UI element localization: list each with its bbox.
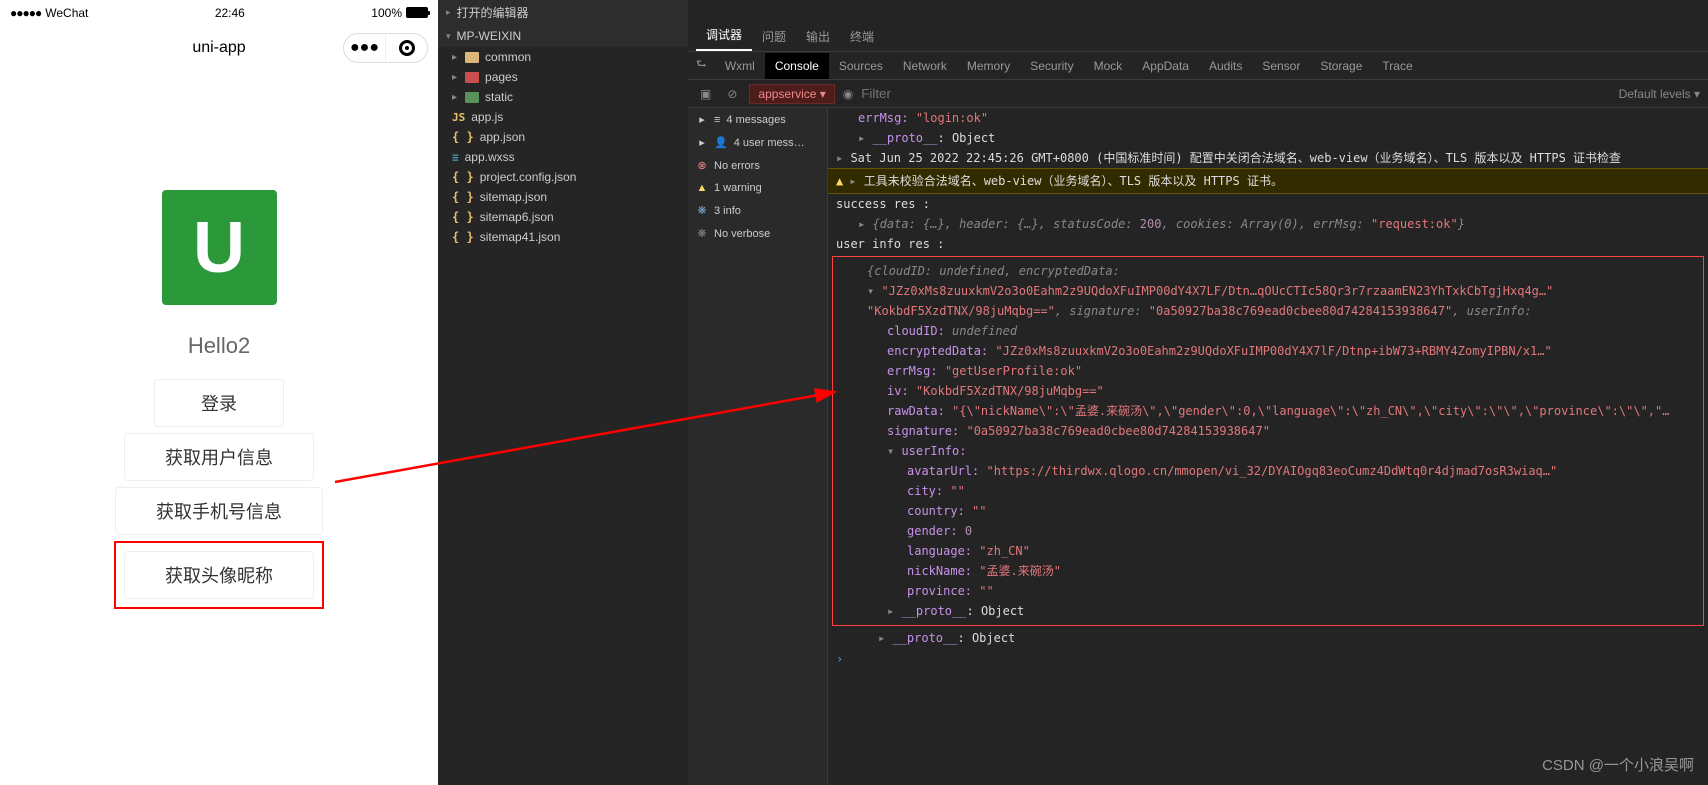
levels-dropdown[interactable]: Default levels ▾ xyxy=(1619,87,1700,101)
clear-console-icon[interactable]: ⊘ xyxy=(723,85,741,103)
phone-simulator: ●●●●● WeChat 22:46 100% uni-app ●●● U He… xyxy=(0,0,438,785)
capsule-close-icon[interactable] xyxy=(386,40,427,56)
folder-common[interactable]: common xyxy=(448,47,688,67)
opened-editors-label: 打开的编辑器 xyxy=(457,4,529,21)
json-icon: { } xyxy=(452,210,474,224)
message-sidebar: ▸≡4 messages ▸👤4 user mess… ⊗No errors ▲… xyxy=(688,108,828,785)
inspect-icon[interactable]: ⮑ xyxy=(688,55,715,76)
folder-icon xyxy=(465,72,479,83)
project-section[interactable]: ▾MP-WEIXIN xyxy=(438,25,688,47)
file-app-json[interactable]: { }app.json xyxy=(448,127,688,147)
tab-sensor[interactable]: Sensor xyxy=(1252,53,1310,79)
app-logo: U xyxy=(162,190,277,305)
file-app-wxss[interactable]: ≡app.wxss xyxy=(448,147,688,167)
folder-icon xyxy=(465,52,479,63)
msg-row-all[interactable]: ▸≡4 messages xyxy=(688,108,827,131)
capsule: ●●● xyxy=(343,33,428,63)
tab-debugger[interactable]: 调试器 xyxy=(696,20,752,51)
tab-network[interactable]: Network xyxy=(893,53,957,79)
highlight-box: 获取头像昵称 xyxy=(114,541,324,609)
file-sitemap[interactable]: { }sitemap.json xyxy=(448,187,688,207)
console-warning: ▲工具未校验合法域名、web-view（业务域名）、TLS 版本以及 HTTPS… xyxy=(828,168,1708,194)
wxss-icon: ≡ xyxy=(452,151,459,164)
opened-editors-section[interactable]: ▸打开的编辑器 xyxy=(438,0,688,25)
tab-wxml[interactable]: Wxml xyxy=(715,53,765,79)
tab-security[interactable]: Security xyxy=(1020,53,1083,79)
devtools: 调试器 问题 输出 终端 ⮑ Wxml Console Sources Netw… xyxy=(688,0,1708,785)
file-sitemap41[interactable]: { }sitemap41.json xyxy=(448,227,688,247)
tab-audits[interactable]: Audits xyxy=(1199,53,1252,79)
msg-row-verbose[interactable]: ❋No verbose xyxy=(688,222,827,245)
filter-input[interactable] xyxy=(861,86,1610,101)
tab-output[interactable]: 输出 xyxy=(796,22,840,51)
phone-content: U Hello2 登录 获取用户信息 获取手机号信息 获取头像昵称 xyxy=(0,70,438,785)
console-prompt[interactable]: › xyxy=(828,648,1708,670)
warning-icon: ▲ xyxy=(836,172,843,190)
battery-icon xyxy=(406,7,428,18)
json-icon: { } xyxy=(452,170,474,184)
battery-percent: 100% xyxy=(371,6,402,20)
msg-row-user[interactable]: ▸👤4 user mess… xyxy=(688,131,827,154)
msg-row-info[interactable]: ❋3 info xyxy=(688,199,827,222)
sidebar-toggle-icon[interactable]: ▣ xyxy=(696,85,715,103)
nav-bar: uni-app ●●● xyxy=(0,25,438,70)
status-bar: ●●●●● WeChat 22:46 100% xyxy=(0,0,438,25)
page-title: uni-app xyxy=(192,39,245,57)
file-explorer: ▸打开的编辑器 ▾MP-WEIXIN common pages static J… xyxy=(438,0,688,785)
live-expression-icon[interactable]: ◉ xyxy=(843,87,853,101)
get-phone-number-button[interactable]: 获取手机号信息 xyxy=(115,487,323,535)
msg-row-errors[interactable]: ⊗No errors xyxy=(688,154,827,177)
file-app-js[interactable]: JSapp.js xyxy=(448,107,688,127)
capsule-menu-icon[interactable]: ●●● xyxy=(344,34,386,62)
devtools-top-tabs: 调试器 问题 输出 终端 xyxy=(688,22,1708,52)
hello-text: Hello2 xyxy=(188,333,250,359)
console-toolbar: ▣ ⊘ appservice ▾ ◉ Default levels ▾ xyxy=(688,80,1708,108)
json-icon: { } xyxy=(452,130,474,144)
tab-terminal[interactable]: 终端 xyxy=(840,22,884,51)
tab-trace[interactable]: Trace xyxy=(1372,53,1422,79)
console-timestamp: Sat Jun 25 2022 22:45:26 GMT+0800 (中国标准时… xyxy=(850,151,1621,165)
get-avatar-nickname-button[interactable]: 获取头像昵称 xyxy=(124,551,314,599)
console-highlight-box: {cloudID: undefined, encryptedData: "JZz… xyxy=(832,256,1704,626)
json-icon: { } xyxy=(452,190,474,204)
file-project-config[interactable]: { }project.config.json xyxy=(448,167,688,187)
devtools-panel-tabs: ⮑ Wxml Console Sources Network Memory Se… xyxy=(688,52,1708,80)
project-label: MP-WEIXIN xyxy=(457,29,522,43)
folder-static[interactable]: static xyxy=(448,87,688,107)
tab-problems[interactable]: 问题 xyxy=(752,22,796,51)
tab-mock[interactable]: Mock xyxy=(1084,53,1133,79)
tab-appdata[interactable]: AppData xyxy=(1132,53,1199,79)
tab-console[interactable]: Console xyxy=(765,53,829,79)
context-dropdown[interactable]: appservice ▾ xyxy=(749,84,834,104)
tab-memory[interactable]: Memory xyxy=(957,53,1020,79)
status-time: 22:46 xyxy=(88,6,371,20)
folder-icon xyxy=(465,92,479,103)
login-button[interactable]: 登录 xyxy=(154,379,284,427)
file-sitemap6[interactable]: { }sitemap6.json xyxy=(448,207,688,227)
tab-sources[interactable]: Sources xyxy=(829,53,893,79)
tab-storage[interactable]: Storage xyxy=(1310,53,1372,79)
watermark: CSDN @一个小浪吴啊 xyxy=(1542,754,1694,775)
signal-icon: ●●●●● xyxy=(10,6,41,20)
msg-row-warnings[interactable]: ▲1 warning xyxy=(688,177,827,199)
js-icon: JS xyxy=(452,111,465,124)
carrier-label: WeChat xyxy=(45,6,88,20)
json-icon: { } xyxy=(452,230,474,244)
console-output[interactable]: errMsg: "login:ok" __proto__: Object Sat… xyxy=(828,108,1708,785)
get-user-info-button[interactable]: 获取用户信息 xyxy=(124,433,314,481)
folder-pages[interactable]: pages xyxy=(448,67,688,87)
